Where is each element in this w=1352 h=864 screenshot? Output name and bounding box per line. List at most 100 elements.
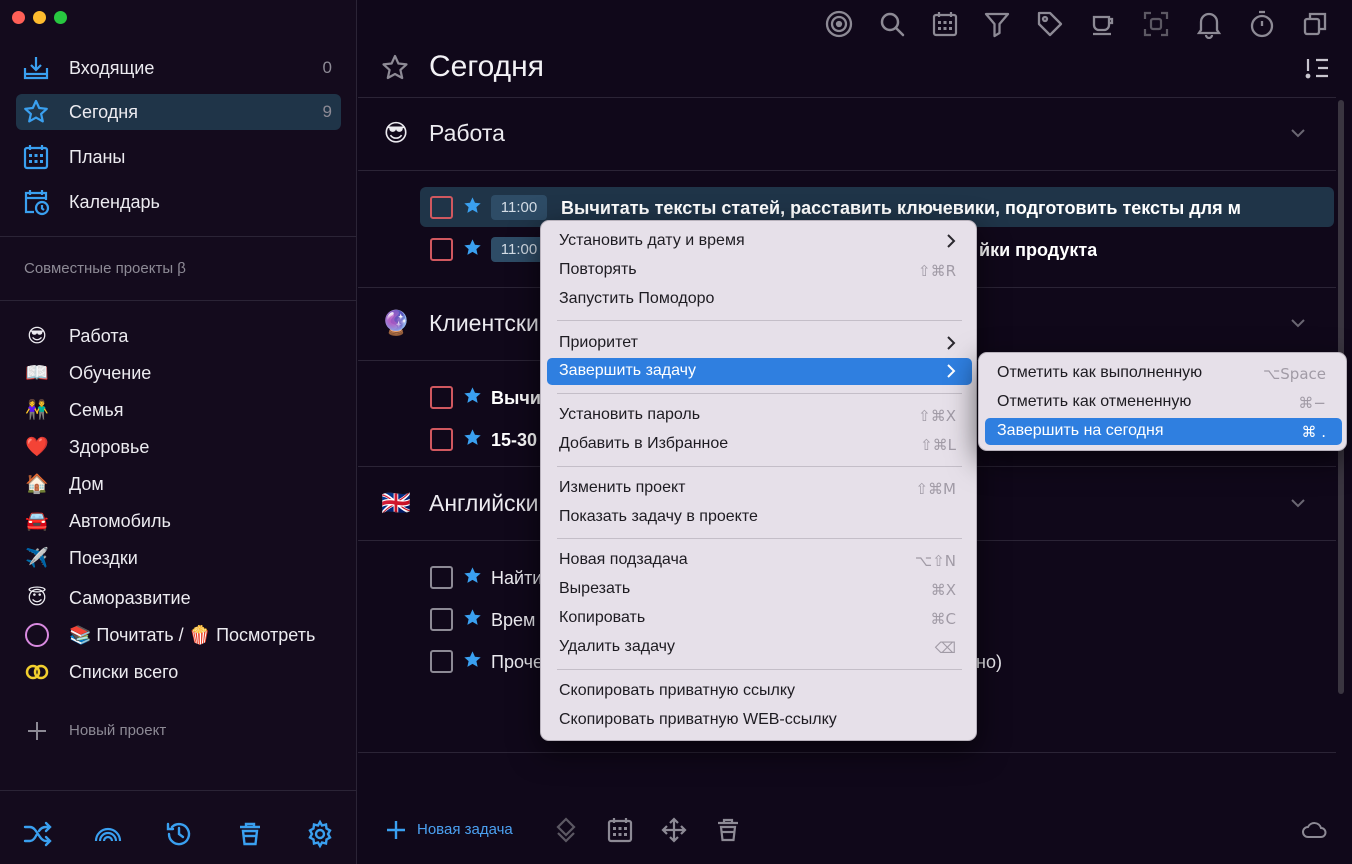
scan-icon[interactable] (1141, 9, 1171, 39)
menu-item-show-in-project[interactable]: Показать задачу в проекте (547, 504, 972, 531)
task-checkbox[interactable] (430, 386, 453, 409)
menu-item-label: Копировать (559, 609, 646, 626)
shuffle-icon[interactable] (22, 819, 52, 849)
menu-item-copy[interactable]: Копировать ⌘C (547, 605, 972, 632)
sort-priority-icon[interactable] (1304, 56, 1330, 80)
inbox-icon (23, 57, 49, 80)
chevron-down-icon[interactable] (1288, 313, 1308, 333)
menu-item-add-favorite[interactable]: Добавить в Избранное ⇧⌘L (547, 431, 972, 458)
new-task-button[interactable]: Новая задача (384, 818, 513, 842)
house-emoji-icon: 🏠 (25, 473, 49, 495)
menu-item-copy-private-web-link[interactable]: Скопировать приватную WEB-ссылку (547, 707, 972, 734)
sidebar-project-work[interactable]: 😎 Работа (24, 322, 344, 350)
menu-item-new-subtask[interactable]: Новая подзадача ⌥⇧N (547, 547, 972, 574)
sidebar-item-plans[interactable]: Планы (16, 139, 341, 175)
sidebar-item-inbox[interactable]: Входящие 0 (16, 50, 341, 86)
menu-item-delete-task[interactable]: Удалить задачу ⌫ (547, 634, 972, 661)
task-title: Врем (491, 610, 536, 630)
sunglasses-emoji-icon: 😎 (27, 325, 47, 347)
zoom-window-button[interactable] (54, 11, 67, 24)
sidebar-project-family[interactable]: 👫 Семья (24, 396, 344, 424)
shared-projects-label[interactable]: Совместные проекты β (24, 260, 186, 277)
bell-icon[interactable] (1194, 9, 1224, 39)
project-label: Дом (69, 473, 104, 494)
task-checkbox[interactable] (430, 196, 453, 219)
sidebar-project-trips[interactable]: ✈️ Поездки (24, 544, 344, 572)
timer-icon[interactable] (1247, 9, 1277, 39)
menu-item-priority[interactable]: Приоритет (547, 330, 972, 357)
star-icon[interactable] (463, 608, 482, 627)
menu-item-repeat[interactable]: Повторять ⇧⌘R (547, 257, 972, 284)
divider (358, 170, 1336, 171)
menu-item-set-password[interactable]: Установить пароль ⇧⌘X (547, 402, 972, 429)
task-checkbox[interactable] (430, 566, 453, 589)
menu-item-pomodoro[interactable]: Запустить Помодоро (547, 286, 972, 313)
menu-item-set-date[interactable]: Установить дату и время (547, 228, 972, 255)
time-badge: 11:00 (491, 195, 547, 220)
priority-icon[interactable] (552, 816, 580, 844)
sidebar-item-calendar[interactable]: Календарь (16, 184, 341, 220)
close-window-button[interactable] (12, 11, 25, 24)
sidebar-project-read-watch[interactable]: 📚 Почитать / 🍿 Посмотреть (24, 621, 344, 649)
sidebar-project-lists[interactable]: Списки всего (24, 658, 344, 686)
new-project-label: Новый проект (69, 722, 167, 739)
menu-item-mark-cancelled[interactable]: Отметить как отмененную ⌘− (985, 389, 1342, 416)
tag-icon[interactable] (1035, 9, 1065, 39)
star-icon[interactable] (463, 196, 482, 215)
star-icon[interactable] (463, 238, 482, 257)
sidebar-project-car[interactable]: 🚘 Автомобиль (24, 507, 344, 535)
menu-item-mark-done[interactable]: Отметить как выполненную ⌥Space (985, 360, 1342, 387)
star-icon[interactable] (463, 428, 482, 447)
circle-icon (25, 623, 49, 647)
menu-item-label: Скопировать приватную ссылку (559, 682, 795, 699)
trash-icon[interactable] (235, 819, 265, 849)
chevron-down-icon[interactable] (1288, 493, 1308, 513)
task-title: Проче (491, 652, 543, 672)
minimize-window-button[interactable] (33, 11, 46, 24)
calendar-icon[interactable] (930, 9, 960, 39)
menu-item-change-project[interactable]: Изменить проект ⇧⌘M (547, 475, 972, 502)
new-project-button[interactable]: Новый проект (24, 718, 166, 744)
star-icon[interactable] (463, 650, 482, 669)
section-title[interactable]: Английски (429, 490, 538, 517)
task-checkbox[interactable] (430, 608, 453, 631)
task-checkbox[interactable] (430, 428, 453, 451)
task-checkbox[interactable] (430, 238, 453, 261)
section-title[interactable]: Работа (429, 120, 505, 147)
menu-item-complete-for-today[interactable]: Завершить на сегодня ⌘ . (985, 418, 1342, 445)
calendar-icon[interactable] (606, 816, 634, 844)
menu-item-label: Установить пароль (559, 406, 701, 423)
menu-item-complete-task[interactable]: Завершить задачу (547, 358, 972, 385)
move-icon[interactable] (660, 816, 688, 844)
divider (358, 97, 1336, 98)
star-icon[interactable] (463, 386, 482, 405)
menu-separator (557, 669, 962, 670)
search-icon[interactable] (877, 9, 907, 39)
rainbow-icon[interactable] (93, 819, 123, 849)
menu-item-cut[interactable]: Вырезать ⌘X (547, 576, 972, 603)
sidebar-project-home[interactable]: 🏠 Дом (24, 470, 344, 498)
sidebar-project-self-development[interactable]: 😇 Саморазвитие (24, 584, 344, 612)
menu-item-shortcut: ⌘X (930, 581, 956, 599)
windows-icon[interactable] (1300, 9, 1330, 39)
section-title[interactable]: Клиентски (429, 310, 539, 337)
sidebar-project-health[interactable]: ❤️ Здоровье (24, 433, 344, 461)
menu-item-label: Отметить как отмененную (997, 393, 1192, 410)
filter-icon[interactable] (982, 9, 1012, 39)
coffee-icon[interactable] (1088, 9, 1118, 39)
cloud-icon[interactable] (1300, 816, 1328, 844)
sidebar: Входящие 0 Сегодня 9 Планы Календарь Сов… (0, 0, 357, 864)
calendar-grid-icon (23, 145, 49, 170)
project-label: Обучение (69, 362, 152, 383)
calendar-clock-icon (24, 190, 50, 216)
gear-icon[interactable] (305, 819, 335, 849)
chevron-down-icon[interactable] (1288, 123, 1308, 143)
star-icon[interactable] (463, 566, 482, 585)
history-icon[interactable] (164, 819, 194, 849)
focus-icon[interactable] (824, 9, 854, 39)
sidebar-item-today[interactable]: Сегодня 9 (16, 94, 341, 130)
task-checkbox[interactable] (430, 650, 453, 673)
sidebar-project-study[interactable]: 📖 Обучение (24, 359, 344, 387)
trash-icon[interactable] (714, 816, 742, 844)
menu-item-copy-private-link[interactable]: Скопировать приватную ссылку (547, 678, 972, 705)
